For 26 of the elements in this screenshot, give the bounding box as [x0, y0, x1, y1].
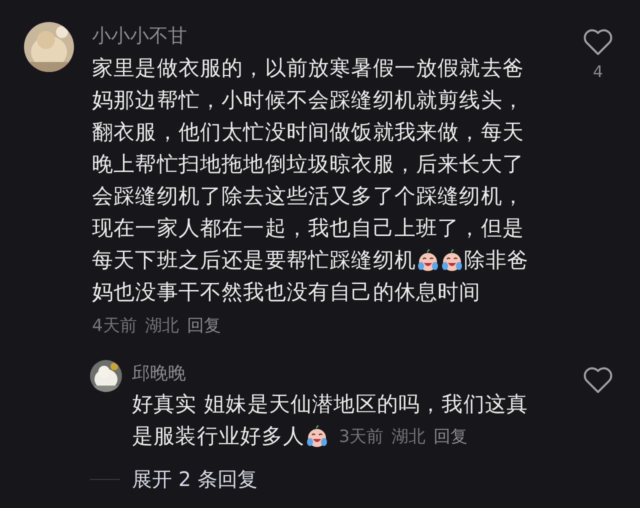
comment-meta: 3天前 [338, 426, 384, 448]
crying-laughing-emoji-icon [306, 424, 328, 448]
comment-text: 现在一家人都在一起，我也自己上班了，但是 [92, 215, 524, 242]
comment-text: 是服装行业好多人 [132, 423, 305, 450]
comment-text: 会踩缝纫机了除去这些活又多了个踩缝纫机， [92, 183, 524, 210]
comment-text: 妈那边帮忙，小时候不会踩缝纫机就剪线头， [92, 87, 524, 114]
comment-meta: 湖北 [144, 315, 179, 338]
comment-text: 晚上帮忙扫地拖地倒垃圾晾衣服，后来长大了 [92, 151, 524, 178]
comment-meta: 湖北 [392, 426, 426, 448]
comment-meta: 4天前 [92, 315, 137, 338]
comment-text: 家里是做衣服的，以前放寒暑假一放假就去爸 [92, 55, 524, 82]
comment-text: 每天下班之后还是要帮忙踩缝纫机 [92, 247, 416, 274]
reply-link[interactable]: 回复 [434, 424, 468, 448]
reply-link[interactable]: 回复 [186, 314, 221, 338]
comment-text: 除非爸 [464, 247, 529, 274]
username[interactable]: 邱晚晚 [132, 360, 186, 388]
like-count: 4 [592, 62, 604, 81]
heart-icon[interactable] [583, 28, 613, 56]
username[interactable]: 小小小不甘 [92, 22, 187, 50]
crying-laughing-emoji-icon [441, 248, 463, 272]
crying-laughing-emoji-icon [417, 248, 439, 272]
comment-text: 妈也没事干不然我也没有自己的休息时间 [92, 279, 481, 306]
heart-icon[interactable] [583, 366, 613, 394]
comment-text: 好真实 姐妹是天仙潜地区的吗，我们这真 [132, 391, 528, 418]
expand-replies-button[interactable]: 展开 2 条回复 [132, 466, 258, 493]
comment-text: 翻衣服，他们太忙没时间做饭就我来做，每天 [92, 119, 524, 146]
